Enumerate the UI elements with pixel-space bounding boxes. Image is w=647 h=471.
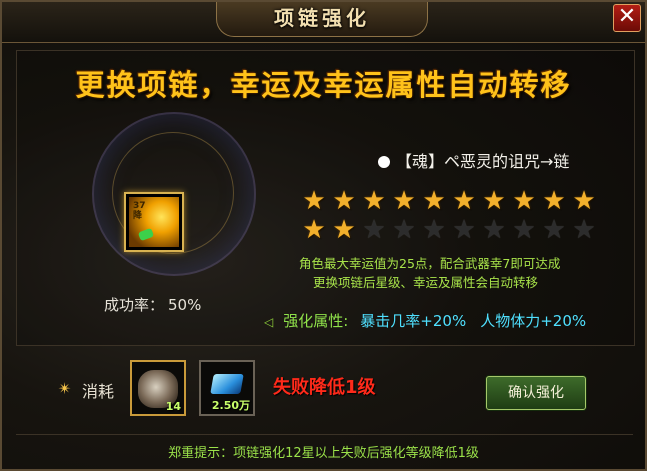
material-count: 2.50万 xyxy=(211,399,250,412)
star-row-2: ★ ★ ★ ★ ★ ★ ★ ★ ★ ★ xyxy=(299,217,599,243)
star-filled-icon: ★ xyxy=(332,186,356,216)
title-plate: 项链强化 xyxy=(216,2,428,37)
star-filled-icon: ★ xyxy=(392,186,416,216)
info-line-2: 更换项链后星级、幸运及属性会自动转移 xyxy=(313,275,539,290)
cost-star-icon: ✴ xyxy=(58,379,72,398)
star-empty-icon: ★ xyxy=(572,215,596,245)
star-filled-icon: ★ xyxy=(302,215,326,245)
star-filled-icon: ★ xyxy=(422,186,446,216)
footer-tip: 郑重提示：项链强化12星以上失败后强化等级降低1级 xyxy=(168,446,479,461)
necklace-badge: 37 降 xyxy=(133,201,146,221)
star-filled-icon: ★ xyxy=(572,186,596,216)
success-rate: 成功率： 50% xyxy=(104,294,201,315)
arrow-left-icon: ◁ xyxy=(264,315,274,329)
item-name: 【魂】ペ恶灵的诅咒→链 xyxy=(378,148,569,172)
star-empty-icon: ★ xyxy=(452,215,476,245)
attribute-label: 强化属性: xyxy=(283,312,349,330)
necklace-slot[interactable]: 37 降 xyxy=(124,192,184,252)
star-empty-icon: ★ xyxy=(392,215,416,245)
star-filled-icon: ★ xyxy=(452,186,476,216)
star-filled-icon: ★ xyxy=(542,186,566,216)
attribute-value: 暴击几率+20% xyxy=(360,312,467,330)
confirm-enhance-button[interactable]: 确认强化 xyxy=(486,376,586,410)
info-line-1: 角色最大幸运值为25点，配合武器幸7即可达成 xyxy=(299,256,561,271)
close-button[interactable]: ✕ xyxy=(613,4,641,32)
material-slot[interactable]: 14 xyxy=(130,360,186,416)
material-count: 14 xyxy=(165,400,181,413)
star-empty-icon: ★ xyxy=(482,215,506,245)
star-empty-icon: ★ xyxy=(512,215,536,245)
attribute-value: 人物体力+20% xyxy=(480,312,587,330)
star-empty-icon: ★ xyxy=(422,215,446,245)
star-row-1: ★ ★ ★ ★ ★ ★ ★ ★ ★ ★ xyxy=(299,188,599,214)
star-filled-icon: ★ xyxy=(362,186,386,216)
star-filled-icon: ★ xyxy=(512,186,536,216)
headline: 更换项链，幸运及幸运属性自动转移 xyxy=(75,68,572,102)
star-filled-icon: ★ xyxy=(302,186,326,216)
close-icon: ✕ xyxy=(617,4,637,29)
diamond-icon xyxy=(210,374,244,394)
star-empty-icon: ★ xyxy=(362,215,386,245)
star-empty-icon: ★ xyxy=(542,215,566,245)
attribute-row: ◁ 强化属性: 暴击几率+20% 人物体力+20% xyxy=(264,310,600,331)
success-rate-label: 成功率： xyxy=(104,296,165,314)
footer-divider xyxy=(16,434,633,435)
fail-warning: 失败降低1级 xyxy=(273,377,376,398)
item-name-text: 【魂】ペ恶灵的诅咒→链 xyxy=(396,152,570,171)
enhance-window: 项链强化 ✕ 更换项链，幸运及幸运属性自动转移 37 降 成功率： 50% 【魂】… xyxy=(0,0,647,471)
gem-icon xyxy=(137,227,155,242)
window-title: 项链强化 xyxy=(274,6,370,30)
bullet-icon xyxy=(378,156,390,168)
cost-label: 消耗 xyxy=(82,382,115,401)
material-slot[interactable]: 2.50万 xyxy=(199,360,255,416)
star-filled-icon: ★ xyxy=(482,186,506,216)
success-rate-value: 50% xyxy=(168,296,202,314)
star-filled-icon: ★ xyxy=(332,215,356,245)
necklace-icon: 37 降 xyxy=(129,197,179,247)
title-bar: 项链强化 ✕ xyxy=(2,2,645,43)
